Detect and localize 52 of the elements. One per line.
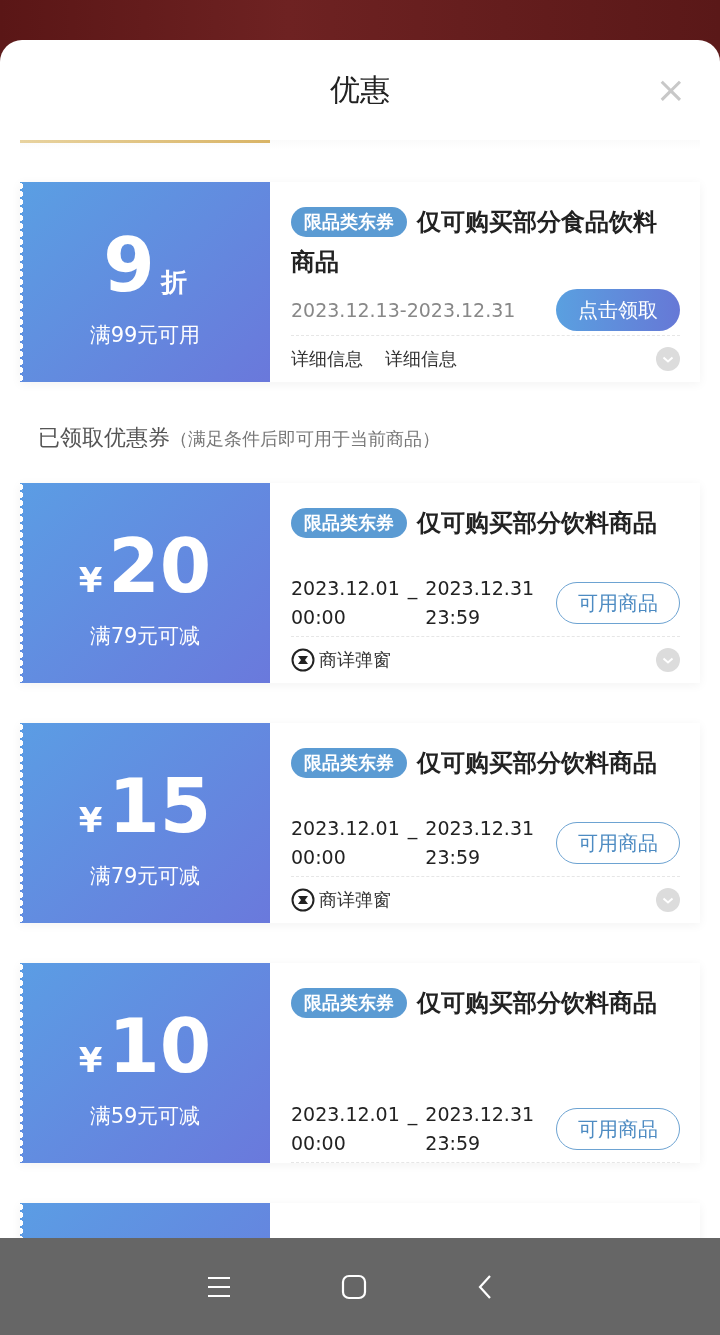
start-date: 2023.12.01 [291, 1102, 400, 1127]
date-separator: _ [407, 1102, 418, 1128]
menu-icon[interactable] [207, 1275, 231, 1298]
popup-link[interactable]: 商详弹窗 [319, 888, 391, 912]
end-time: 23:59 [425, 845, 482, 870]
date-separator: _ [407, 576, 418, 602]
back-icon[interactable] [477, 1273, 493, 1300]
products-button[interactable]: 可用商品 [556, 582, 680, 624]
coupon-title: 限品类东券 仅可购买部分饮料商品 [291, 503, 680, 543]
coupon-value: 15 [108, 762, 212, 851]
currency-symbol: ¥ [78, 560, 103, 600]
products-button[interactable]: 可用商品 [556, 1108, 680, 1150]
coupon-tag: 限品类东券 [291, 988, 407, 1018]
section-note: （满足条件后即可用于当前商品） [170, 427, 440, 451]
discount-unit: 折 [160, 266, 187, 299]
start-time: 00:00 [291, 1131, 347, 1156]
coupon-tag: 限品类东券 [291, 508, 407, 538]
date-range: 2023.12.13-2023.12.31 [291, 299, 516, 321]
currency-symbol: ¥ [78, 1040, 103, 1080]
end-time: 23:59 [425, 605, 482, 630]
start-date: 2023.12.01 [291, 576, 400, 601]
home-icon[interactable] [341, 1273, 367, 1300]
claim-button[interactable]: 点击领取 [556, 289, 680, 331]
section-title: 已领取优惠券 [38, 424, 170, 452]
details-link[interactable]: 详细信息 [291, 347, 363, 371]
products-button[interactable]: 可用商品 [556, 822, 680, 864]
end-date: 2023.12.31 [425, 1102, 535, 1127]
currency-symbol: ¥ [78, 800, 103, 840]
coupon-title: 限品类东券 仅可购买部分饮料商品 [291, 743, 680, 783]
emblem-icon [291, 888, 315, 912]
coupon-value: 9 [103, 221, 155, 310]
details-link[interactable]: 详细信息 [385, 347, 457, 371]
end-time: 23:59 [425, 1131, 482, 1156]
coupon-title: 限品类东券 仅可购买部分饮料商品 [291, 983, 680, 1023]
end-date: 2023.12.31 [425, 816, 535, 841]
coupon-condition: 满79元可减 [89, 623, 201, 650]
coupon-title: 限品类东券 仅可购买部分食品饮料商品 [291, 206, 658, 278]
coupon-value: 20 [108, 522, 212, 611]
popup-link[interactable]: 商详弹窗 [319, 648, 391, 672]
sheet-title: 优惠 [330, 70, 390, 109]
start-date: 2023.12.01 [291, 816, 400, 841]
start-time: 00:00 [291, 605, 347, 630]
start-time: 00:00 [291, 845, 347, 870]
end-date: 2023.12.31 [425, 576, 535, 601]
coupon-condition: 满79元可减 [89, 863, 201, 890]
coupon-tag: 限品类东券 [291, 748, 407, 778]
emblem-icon [291, 648, 315, 672]
date-separator: _ [407, 816, 418, 842]
coupon-condition: 满99元可用 [89, 322, 201, 349]
coupon-tag: 限品类东券 [291, 207, 407, 237]
coupon-value: 10 [108, 1002, 212, 1091]
coupon-condition: 满59元可减 [89, 1103, 201, 1130]
